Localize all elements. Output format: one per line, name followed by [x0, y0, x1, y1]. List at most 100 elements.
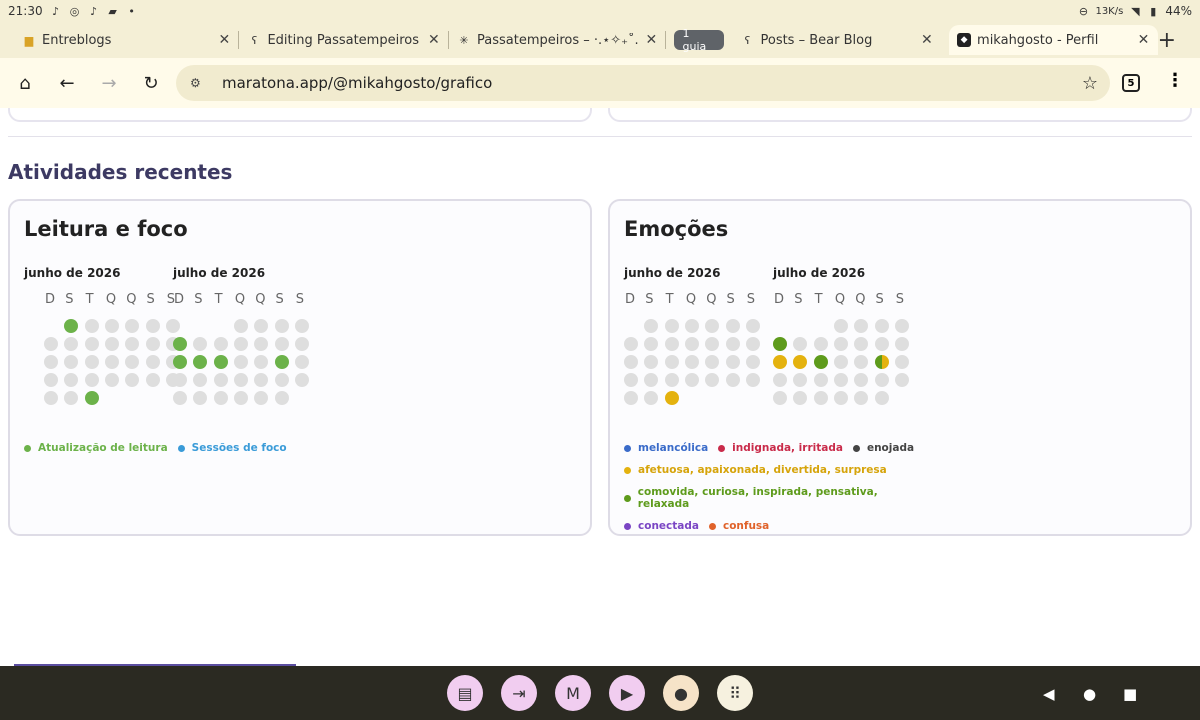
calendar-day[interactable]: [64, 355, 79, 369]
home-nav-icon[interactable]: ●: [1083, 685, 1096, 703]
calendar-day[interactable]: [624, 355, 638, 369]
tab-entreblogs[interactable]: ▆ Entreblogs ✕: [14, 25, 238, 55]
calendar-day[interactable]: [254, 391, 269, 405]
calendar-day[interactable]: [813, 391, 828, 405]
calendar-day[interactable]: [193, 373, 208, 387]
calendar-day[interactable]: [725, 373, 740, 387]
apps-grid-icon[interactable]: ⠿: [717, 675, 753, 711]
calendar-day[interactable]: [813, 373, 828, 387]
calendar-day[interactable]: [254, 373, 269, 387]
calendar-day[interactable]: [644, 319, 659, 333]
calendar-day[interactable]: [193, 337, 208, 351]
calendar-day[interactable]: [684, 373, 699, 387]
close-icon[interactable]: ✕: [1138, 32, 1150, 48]
calendar-day[interactable]: [125, 337, 140, 351]
calendar-day[interactable]: [894, 355, 909, 369]
calendar-day[interactable]: [644, 337, 659, 351]
calendar-day[interactable]: [854, 355, 869, 369]
calendar-day[interactable]: [233, 355, 248, 369]
calendar-day[interactable]: [104, 337, 119, 351]
calendar-day[interactable]: [745, 373, 760, 387]
calendar-day[interactable]: [854, 373, 869, 387]
calendar-day[interactable]: [684, 337, 699, 351]
calendar-day[interactable]: [833, 373, 848, 387]
calendar-day[interactable]: [274, 337, 289, 351]
calendar-day[interactable]: [894, 373, 909, 387]
tab-switcher-button[interactable]: 5: [1122, 74, 1140, 92]
calendar-day[interactable]: [684, 355, 699, 369]
calendar-day[interactable]: [145, 373, 160, 387]
calendar-day[interactable]: [793, 373, 808, 387]
back-nav-icon[interactable]: ◀: [1043, 685, 1055, 703]
calendar-day[interactable]: [833, 391, 848, 405]
calendar-day[interactable]: [854, 319, 869, 333]
screen-icon[interactable]: ⇥: [501, 675, 537, 711]
bookmark-star-icon[interactable]: ☆: [1082, 73, 1098, 94]
calendar-day[interactable]: [44, 337, 58, 351]
tab-mikahgosto[interactable]: ◆ mikahgosto - Perfil ✕: [949, 25, 1158, 55]
calendar-day[interactable]: [104, 355, 119, 369]
calendar-day[interactable]: [874, 319, 889, 333]
calendar-day[interactable]: [705, 373, 720, 387]
calendar-day[interactable]: [874, 355, 889, 369]
player-icon[interactable]: ▶: [609, 675, 645, 711]
home-icon[interactable]: ⌂: [4, 62, 46, 104]
calendar-day[interactable]: [254, 355, 269, 369]
tab-bear-posts[interactable]: ʕ Posts – Bear Blog ✕: [732, 25, 941, 55]
docs-icon[interactable]: ▤: [447, 675, 483, 711]
calendar-day[interactable]: [104, 373, 119, 387]
close-icon[interactable]: ✕: [428, 32, 440, 48]
calendar-day[interactable]: [213, 355, 228, 369]
calendar-day[interactable]: [213, 337, 228, 351]
calendar-day[interactable]: [793, 391, 808, 405]
calendar-day[interactable]: [624, 373, 638, 387]
calendar-day[interactable]: [745, 319, 760, 333]
calendar-day[interactable]: [193, 391, 208, 405]
calendar-day[interactable]: [125, 319, 140, 333]
calendar-day[interactable]: [84, 391, 99, 405]
new-tab-button[interactable]: +: [1158, 28, 1176, 53]
calendar-day[interactable]: [725, 319, 740, 333]
calendar-day[interactable]: [644, 373, 659, 387]
forward-icon[interactable]: →: [88, 62, 130, 104]
calendar-day[interactable]: [294, 319, 309, 333]
calendar-day[interactable]: [854, 337, 869, 351]
calendar-day[interactable]: [44, 373, 58, 387]
calendar-day[interactable]: [294, 337, 309, 351]
calendar-day[interactable]: [894, 319, 909, 333]
calendar-day[interactable]: [833, 337, 848, 351]
calendar-day[interactable]: [773, 391, 787, 405]
calendar-day[interactable]: [294, 355, 309, 369]
calendar-day[interactable]: [193, 355, 208, 369]
calendar-day[interactable]: [254, 337, 269, 351]
recents-nav-icon[interactable]: ■: [1123, 685, 1137, 703]
tab-group-chip[interactable]: 1 guia: [674, 27, 725, 53]
calendar-day[interactable]: [145, 355, 160, 369]
calendar-day[interactable]: [125, 373, 140, 387]
calendar-day[interactable]: [725, 355, 740, 369]
back-icon[interactable]: ←: [46, 62, 88, 104]
calendar-day[interactable]: [773, 373, 787, 387]
calendar-day[interactable]: [173, 355, 187, 369]
calendar-day[interactable]: [64, 319, 79, 333]
calendar-day[interactable]: [44, 355, 58, 369]
calendar-day[interactable]: [624, 391, 638, 405]
calendar-day[interactable]: [233, 373, 248, 387]
calendar-day[interactable]: [833, 319, 848, 333]
calendar-day[interactable]: [664, 355, 679, 369]
calendar-day[interactable]: [624, 337, 638, 351]
calendar-day[interactable]: [705, 355, 720, 369]
tomato-icon[interactable]: ●: [663, 675, 699, 711]
reload-icon[interactable]: ↻: [130, 62, 172, 104]
calendar-day[interactable]: [213, 391, 228, 405]
close-icon[interactable]: ✕: [645, 32, 657, 48]
calendar-day[interactable]: [173, 391, 187, 405]
calendar-day[interactable]: [274, 373, 289, 387]
calendar-day[interactable]: [833, 355, 848, 369]
calendar-day[interactable]: [874, 391, 889, 405]
calendar-day[interactable]: [664, 373, 679, 387]
calendar-day[interactable]: [233, 319, 248, 333]
calendar-day[interactable]: [644, 355, 659, 369]
calendar-day[interactable]: [705, 337, 720, 351]
calendar-day[interactable]: [773, 355, 787, 369]
